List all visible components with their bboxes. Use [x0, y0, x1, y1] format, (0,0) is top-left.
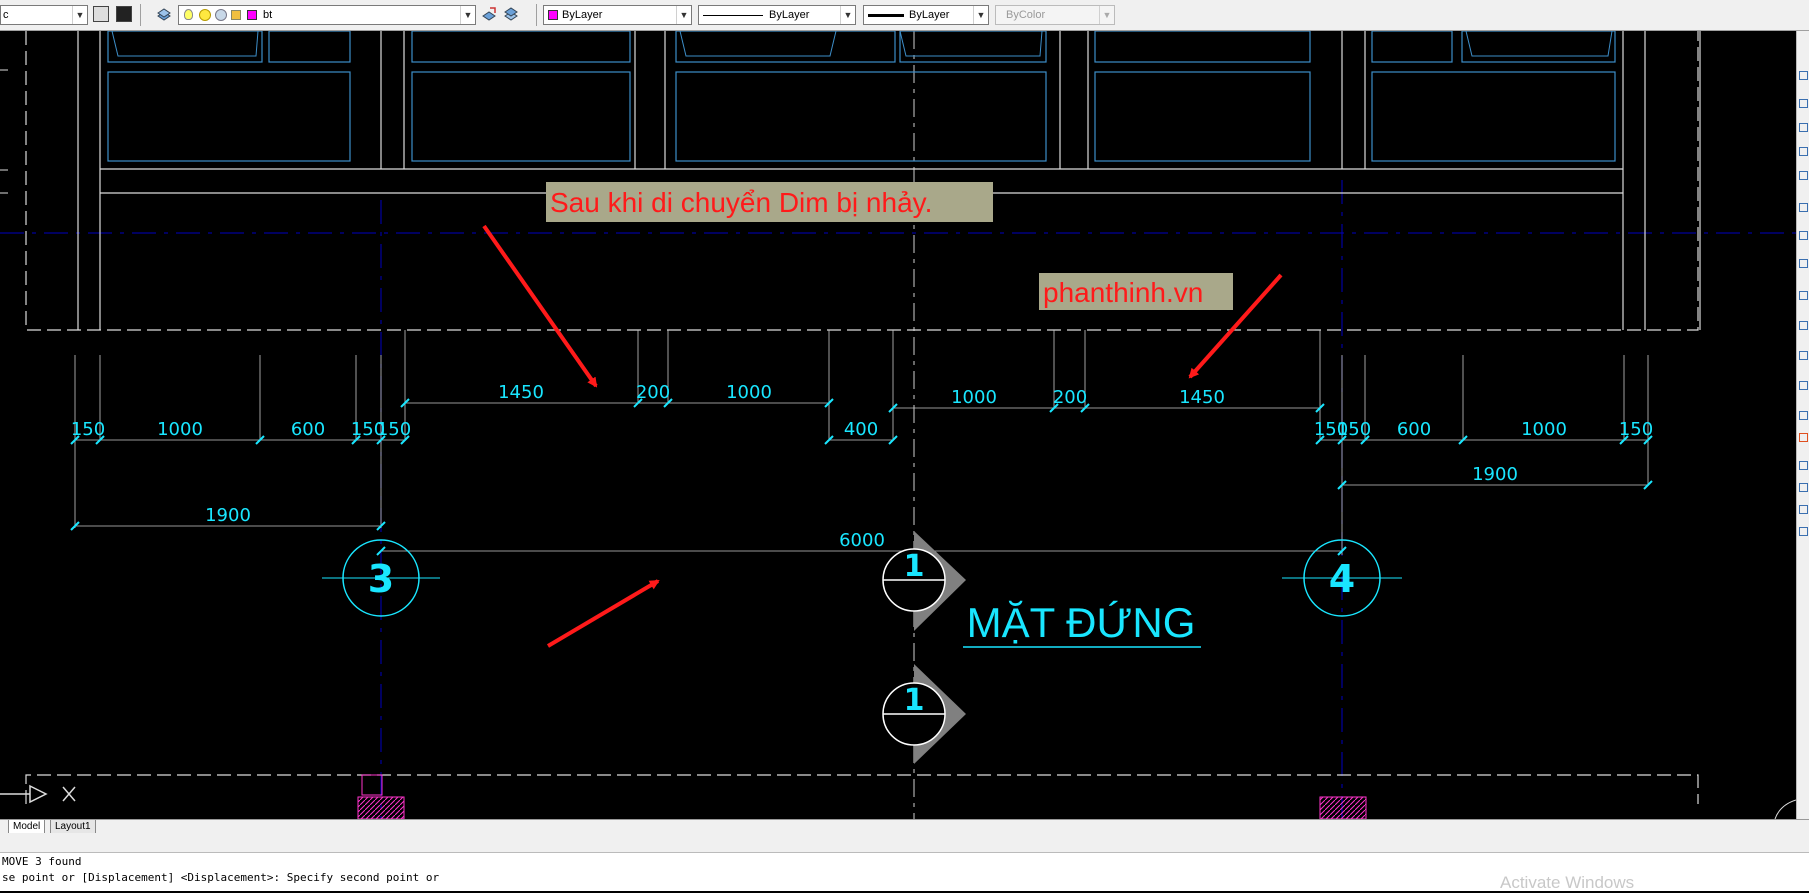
grid-label: 3: [368, 557, 394, 601]
color-value: ByLayer: [562, 9, 603, 21]
dim-text: 1900: [205, 505, 251, 526]
ucs-icon: [0, 784, 76, 804]
chevron-down-icon[interactable]: ▼: [676, 6, 691, 24]
sun-icon: [199, 9, 211, 21]
dim-text: 1450: [498, 382, 544, 403]
dim-text: 200: [636, 382, 670, 403]
activation-watermark: Activate Windows: [1500, 873, 1635, 892]
chevron-down-icon[interactable]: ▼: [973, 6, 988, 24]
drawing-canvas[interactable]: 1450 200 1000 1000 200 1450 150 1000 600…: [0, 31, 1796, 819]
window-sashes: [111, 31, 1613, 57]
dim-text: 1900: [1472, 464, 1518, 485]
annotation-text: Sau khi di chuyển Dim bị nhảy.: [550, 187, 932, 218]
plotstyle-dropdown: ByColor ▼: [995, 5, 1115, 25]
tool-icon[interactable]: [1799, 123, 1808, 132]
freeze-icon: [215, 9, 227, 21]
chevron-down-icon[interactable]: ▼: [840, 6, 855, 24]
facade-structure: [77, 31, 1701, 330]
navbar-corner: [1774, 799, 1796, 819]
command-history-line: se point or [Displacement] <Displacement…: [2, 871, 440, 884]
dim-text: 6000: [839, 530, 885, 551]
tool-icon[interactable]: [1799, 321, 1808, 330]
left-edge-marks: [0, 69, 8, 194]
dim-text: 400: [844, 419, 878, 440]
tab-model[interactable]: Model: [8, 820, 46, 834]
dim-text: 600: [291, 419, 325, 440]
color-dropdown[interactable]: ByLayer ▼: [543, 5, 692, 25]
workspace-value: c: [3, 9, 9, 21]
layer-match-icon[interactable]: [93, 6, 109, 22]
tool-icon[interactable]: [1799, 433, 1808, 442]
tool-icon[interactable]: [1799, 231, 1808, 240]
tool-icon[interactable]: [1799, 411, 1808, 420]
tool-icon[interactable]: [1799, 171, 1808, 180]
section-label: 1: [904, 549, 925, 584]
linetype-sample: [703, 15, 763, 16]
tool-icon[interactable]: [1799, 71, 1808, 80]
tool-icon[interactable]: [1799, 291, 1808, 300]
dim-text: 150: [71, 419, 105, 440]
tool-icon[interactable]: [1799, 461, 1808, 470]
tool-icon[interactable]: [1799, 505, 1808, 514]
layer-color-swatch: [247, 10, 257, 20]
tool-icon[interactable]: [1799, 351, 1808, 360]
dim-text: 1000: [726, 382, 772, 403]
dim-text: 1000: [951, 387, 997, 408]
grid-label: 4: [1329, 557, 1355, 601]
lineweight-value: ByLayer: [909, 9, 950, 21]
dim-text: 200: [1053, 387, 1087, 408]
make-current-layer-icon[interactable]: [481, 6, 497, 22]
tool-icon[interactable]: [1799, 527, 1808, 536]
section-marker-1: 1: [882, 531, 966, 631]
layer-value: bt: [263, 9, 273, 21]
tool-icon[interactable]: [1799, 381, 1808, 390]
lightbulb-icon: [184, 9, 193, 20]
dim-text: 1450: [1179, 387, 1225, 408]
color-swatch: [548, 10, 558, 20]
lineweight-dropdown[interactable]: ByLayer ▼: [863, 5, 989, 25]
linetype-value: ByLayer: [769, 9, 810, 21]
lock-icon: [231, 10, 241, 20]
footing-hatches: [357, 774, 1367, 819]
building-outline: [25, 31, 1699, 804]
tool-icon[interactable]: [1799, 203, 1808, 212]
window-panels: [107, 31, 1616, 162]
horizontal-scrollbar[interactable]: [0, 833, 1809, 853]
toolbar-separator: [536, 4, 537, 26]
tool-icon[interactable]: [1799, 99, 1808, 108]
tab-layout1[interactable]: Layout1: [50, 820, 96, 834]
layer-previous-icon[interactable]: [503, 6, 519, 22]
dimension-extension-lines: [74, 330, 1649, 555]
layer-properties-icon[interactable]: [156, 6, 172, 22]
dim-text: 1000: [157, 419, 203, 440]
tool-icon[interactable]: [1799, 147, 1808, 156]
tool-icon[interactable]: [1799, 483, 1808, 492]
layout-tabs-bar: Model Layout1: [0, 819, 1809, 834]
section-label: 1: [904, 683, 925, 718]
right-tool-strip: [1796, 31, 1809, 819]
chevron-down-icon[interactable]: ▼: [460, 6, 475, 24]
drawing-title: MẶT ĐỨNG: [967, 599, 1196, 646]
toolbar-separator: [140, 4, 141, 26]
dim-text: 1000: [1521, 419, 1567, 440]
dim-text: 150: [1337, 419, 1371, 440]
layer-iso-icon[interactable]: [116, 6, 132, 22]
section-marker-2: 1: [882, 664, 966, 764]
layer-dropdown[interactable]: bt ▼: [178, 5, 476, 25]
dim-text: 600: [1397, 419, 1431, 440]
linetype-dropdown[interactable]: ByLayer ▼: [698, 5, 856, 25]
dim-text: 150: [377, 419, 411, 440]
properties-toolbar: c ▼ bt ▼ ByLayer ▼ ByLayer ▼ ByLayer ▼ B…: [0, 0, 1809, 31]
tool-icon[interactable]: [1799, 259, 1808, 268]
chevron-down-icon[interactable]: ▼: [72, 6, 87, 24]
plotstyle-value: ByColor: [1006, 9, 1046, 21]
lineweight-sample: [868, 14, 904, 17]
website-text: phanthinh.vn: [1043, 277, 1203, 308]
dim-text: 150: [1619, 419, 1653, 440]
chevron-down-icon: ▼: [1099, 6, 1114, 24]
workspace-dropdown[interactable]: c ▼: [0, 5, 88, 25]
command-history-line: MOVE 3 found: [2, 855, 82, 868]
